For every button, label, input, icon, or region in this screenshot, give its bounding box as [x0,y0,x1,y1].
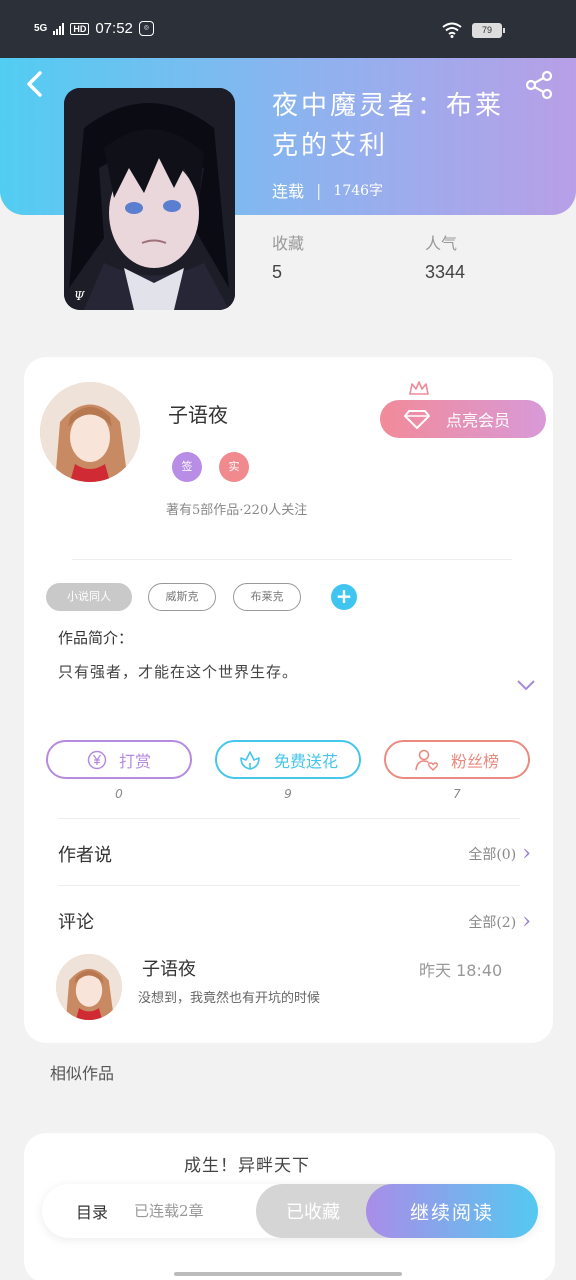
svg-text:Ψ: Ψ [74,289,85,303]
hd-icon: HD [70,22,90,35]
fan-ranking-button[interactable]: 粉丝榜 [384,740,530,779]
book-cover[interactable]: Ψ [64,88,235,310]
comments-label: 评论 [58,912,94,933]
wifi-icon [442,22,462,38]
comment-time: 昨天 18:40 [419,961,503,980]
vip-button[interactable]: 点亮会员 [380,400,546,438]
flower-icon [240,750,260,770]
home-indicator[interactable] [174,1272,402,1276]
author-name[interactable]: 子语夜 [168,399,228,428]
favorites-label: 收藏 [272,234,305,253]
bottom-action-bar: 目录 已连载2章 已收藏 继续阅读 [42,1184,538,1238]
divider [72,559,512,560]
intro-text: 只有强者，才能在这个世界生存。 [58,663,299,681]
network-type: 5G [34,22,48,34]
crown-icon [409,381,429,395]
book-detail-card: 子语夜 签 实 著有5部作品·220人关注 点亮会员 小说同人 威斯克 布莱克 … [24,357,553,1043]
popularity-label: 人气 [425,234,458,253]
tag-wesker[interactable]: 威斯克 [148,583,216,611]
flower-count: 9 [284,787,292,801]
send-flower-button[interactable]: 免费送花 [215,740,361,779]
fan-ranking-label: 粉丝榜 [450,751,499,771]
chevron-down-icon[interactable] [516,679,536,691]
verified-badge: 实 [219,452,249,482]
popularity-value: 3344 [425,262,466,282]
back-arrow-icon[interactable] [22,70,50,98]
tip-label: 打赏 [118,751,151,771]
book-title: 夜中魔灵者：布莱克的艾利 [272,91,505,161]
tag-novel-fanfic[interactable]: 小说同人 [46,583,132,611]
send-flower-label: 免费送花 [273,751,338,771]
comments-all-text: 全部(2) [468,915,517,931]
intro-label: 作品简介： [58,629,134,647]
toc-button[interactable]: 目录 [76,1199,108,1223]
chevron-right-icon: › [522,841,531,866]
author-stats: 著有5部作品·220人关注 [166,503,308,518]
signed-badge: 签 [172,452,202,482]
chapter-status: 已连载2章 [134,1202,204,1220]
fan-count: 7 [453,787,461,801]
fan-heart-icon [415,749,438,771]
status-bar: 5G HD 07:52 ◎ 79 [0,0,576,58]
diamond-icon [404,410,430,429]
divider [58,818,520,819]
comment-text[interactable]: 没想到，我竟然也有开坑的时候 [138,987,320,1006]
divider [58,885,520,886]
chevron-right-icon: › [522,909,531,934]
tip-count: 0 [115,787,123,801]
similar-works-label: 相似作品 [50,1064,115,1083]
vip-button-label: 点亮会员 [446,411,511,430]
continue-reading-button[interactable]: 继续阅读 [366,1184,538,1238]
battery-icon: 79 [472,22,505,38]
similar-work-title[interactable]: 成生！异畔天下 [184,1151,310,1176]
book-meta: 连载 | 1746字 [272,178,383,202]
commenter-name[interactable]: 子语夜 [142,955,196,981]
meta-separator: | [316,180,322,200]
signal-icon [53,22,65,35]
author-says-all-text: 全部(0) [468,847,517,863]
tip-button[interactable]: 打赏 [46,740,192,779]
status-time: 07:52 [95,20,133,37]
serial-status: 连载 [272,182,305,201]
favorites-value: 5 [272,262,283,282]
add-tag-button[interactable]: + [331,584,357,610]
author-says-all-link[interactable]: 全部(0) › [468,841,531,866]
commenter-avatar[interactable] [56,954,122,1020]
yen-icon [87,750,107,769]
collected-label: 已收藏 [286,1202,340,1223]
comments-all-link[interactable]: 全部(2) › [468,909,531,934]
author-says-label: 作者说 [58,845,112,866]
author-avatar[interactable] [40,382,140,482]
app-notification-icon: ◎ [138,21,154,36]
word-count: 1746字 [333,183,384,199]
tag-black[interactable]: 布莱克 [233,583,301,611]
